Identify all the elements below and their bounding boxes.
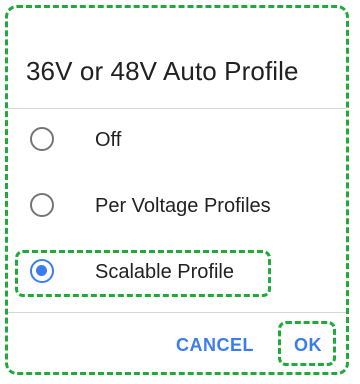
cancel-button[interactable]: CANCEL xyxy=(176,335,254,356)
actions-divider xyxy=(8,312,346,313)
option-scalable-label: Scalable Profile xyxy=(95,261,234,283)
title-divider xyxy=(8,108,346,109)
option-scalable-profile[interactable]: Scalable Profile xyxy=(8,245,346,301)
option-per-voltage-profiles[interactable]: Per Voltage Profiles xyxy=(8,179,346,235)
radio-off-icon[interactable] xyxy=(30,127,54,151)
ok-button[interactable]: OK xyxy=(294,335,322,356)
option-off[interactable]: Off xyxy=(8,113,346,169)
radio-scalable-checked-icon[interactable] xyxy=(30,259,54,283)
radio-per-voltage-icon[interactable] xyxy=(30,193,54,217)
option-per-voltage-label: Per Voltage Profiles xyxy=(95,195,271,217)
option-off-label: Off xyxy=(95,129,122,151)
auto-profile-dialog: 36V or 48V Auto Profile Off Per Voltage … xyxy=(5,5,349,375)
dialog-title: 36V or 48V Auto Profile xyxy=(26,56,299,86)
